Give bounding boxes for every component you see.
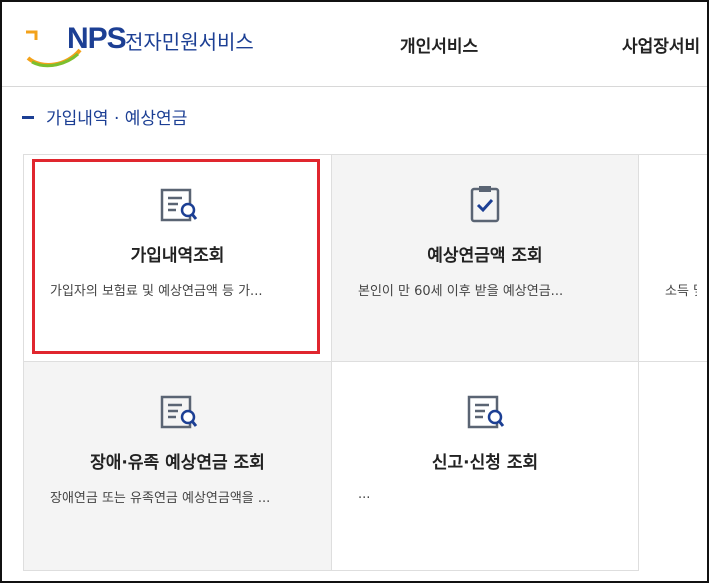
card-title: 예상연금액 조회 xyxy=(427,246,543,266)
section-title-label: 가입내역 · 예상연금 xyxy=(46,109,188,129)
card-disability-survivor-pension[interactable]: 장애·유족 예상연금 조회 장애연금 또는 유족연금 예상연금액을 ... xyxy=(23,361,332,571)
section-title[interactable]: 가입내역 · 예상연금 xyxy=(22,104,187,129)
card-title: 신고·신청 조회 xyxy=(431,453,539,473)
card-income[interactable]: 소득 및 xyxy=(638,154,707,362)
nav-personal-service[interactable]: 개인서비스 xyxy=(400,32,478,57)
card-description: ... xyxy=(358,487,371,502)
nav-business-service[interactable]: 사업장서비 xyxy=(622,32,700,57)
card-expected-pension[interactable]: 예상연금액 조회 본인이 만 60세 이후 받을 예상연금... xyxy=(331,154,639,362)
card-report-application[interactable]: 신고·신청 조회 ... xyxy=(331,361,639,571)
document-search-icon xyxy=(467,395,505,429)
logo-text: NPS xyxy=(67,22,127,55)
clipboard-check-icon xyxy=(470,186,500,223)
logo-subtitle: 전자민원서비스 xyxy=(125,30,254,54)
browser-frame: NPS 전자민원서비스 개인서비스 사업장서비 가입내역 · 예상연금 가입내역… xyxy=(0,0,709,583)
selection-highlight-box xyxy=(32,159,320,354)
site-header: NPS 전자민원서비스 개인서비스 사업장서비 xyxy=(2,2,707,87)
nps-logo[interactable]: NPS 전자민원서비스 xyxy=(22,20,282,70)
card-title: 장애·유족 예상연금 조회 xyxy=(90,453,265,473)
card-description: 소득 및 xyxy=(665,284,697,299)
card-description: 본인이 만 60세 이후 받을 예상연금... xyxy=(358,284,564,299)
document-search-icon xyxy=(160,395,197,429)
collapse-dash-icon xyxy=(22,115,34,119)
card-description: 장애연금 또는 유족연금 예상연금액을 ... xyxy=(50,491,271,506)
